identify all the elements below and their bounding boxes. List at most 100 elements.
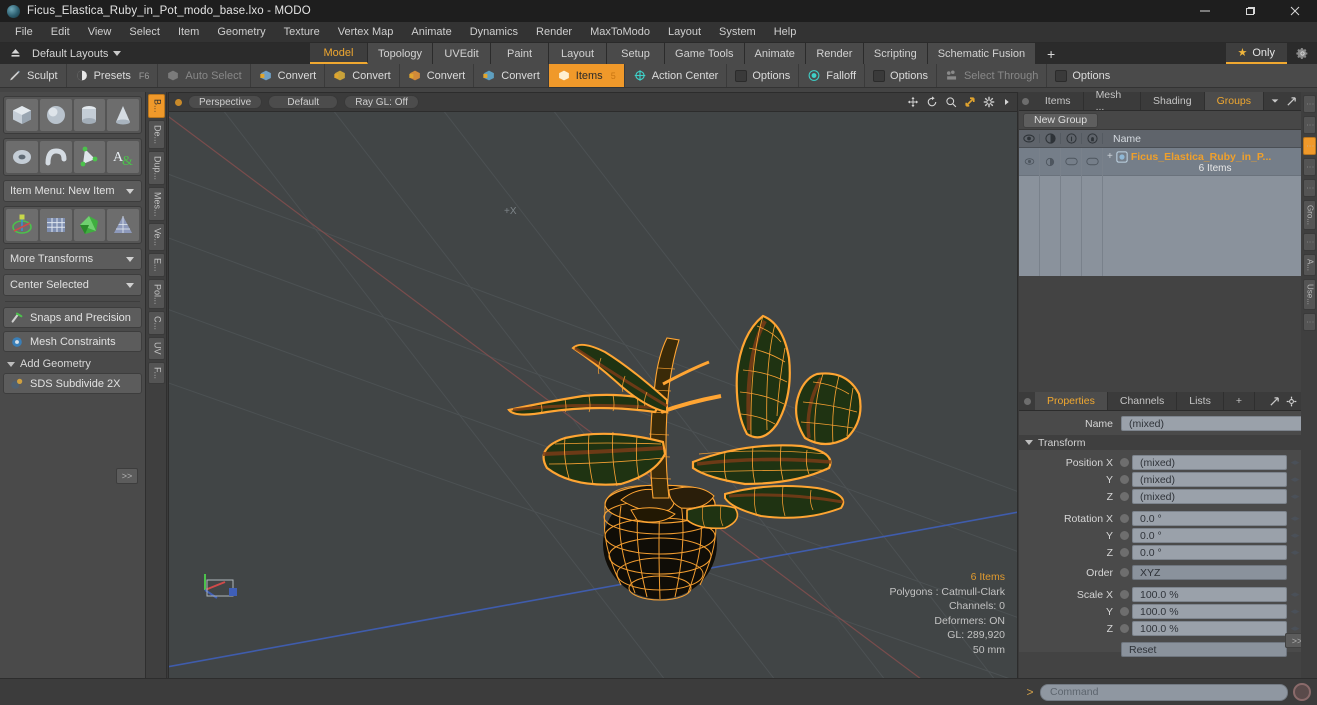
scale-x-radio[interactable]	[1119, 589, 1130, 600]
layout-tab-animate[interactable]: Animate	[744, 43, 806, 64]
menu-animate[interactable]: Animate	[402, 22, 460, 43]
tool-select-through[interactable]: Select Through	[937, 64, 1048, 87]
menu-geometry[interactable]: Geometry	[208, 22, 274, 43]
layout-tab-scripting[interactable]: Scripting	[863, 43, 928, 64]
expand-icon[interactable]	[1269, 396, 1280, 407]
vtab-mesh[interactable]: Mes...	[147, 186, 165, 222]
rvtab-4[interactable]: ⋮	[1302, 158, 1316, 176]
command-input[interactable]: Command	[1040, 683, 1288, 701]
viewport-raygl-dropdown[interactable]: Ray GL: Off	[344, 95, 419, 109]
center-selected-dropdown[interactable]: Center Selected	[3, 274, 142, 296]
rvtab-animate[interactable]: A...	[1302, 254, 1316, 277]
tool-falloff[interactable]: Falloff	[799, 64, 866, 87]
tool-sculpt[interactable]: Sculpt	[0, 64, 67, 87]
tool-convert-polygon[interactable]: Convert	[400, 64, 475, 87]
properties-menu-icon[interactable]	[1019, 392, 1035, 410]
rvtab-groups[interactable]: Gro...	[1302, 200, 1316, 231]
gear-icon[interactable]	[983, 96, 995, 108]
position-x-radio[interactable]	[1119, 457, 1130, 468]
transform-section-header[interactable]: Transform	[1019, 435, 1303, 450]
column-lock-icon[interactable]	[1082, 133, 1103, 144]
add-properties-tab-button[interactable]: +	[1224, 392, 1255, 410]
tool-items[interactable]: Items 5	[548, 64, 625, 87]
vtab-fusion[interactable]: F...	[147, 361, 165, 384]
tab-lists[interactable]: Lists	[1177, 392, 1224, 410]
menu-help[interactable]: Help	[765, 22, 806, 43]
vtab-uv[interactable]: UV	[147, 337, 165, 360]
rotate-icon[interactable]	[926, 96, 938, 108]
vtab-edge[interactable]: E...	[147, 253, 165, 277]
transform-gizmo-icon[interactable]	[6, 209, 38, 241]
position-y-radio[interactable]	[1119, 474, 1130, 485]
column-visibility-eye-icon[interactable]	[1019, 134, 1040, 143]
add-geometry-section[interactable]: Add Geometry	[3, 355, 142, 373]
only-toggle-button[interactable]: ★ Only	[1225, 43, 1287, 64]
tool-presets[interactable]: Presets F6	[67, 64, 159, 87]
tab-groups[interactable]: Groups	[1204, 92, 1264, 110]
name-field[interactable]: (mixed)	[1121, 416, 1303, 431]
row-content[interactable]: + Ficus_Elastica_Ruby_in_P... 6 Items	[1103, 149, 1317, 174]
close-button[interactable]	[1272, 0, 1317, 22]
chevron-down-icon[interactable]	[1270, 96, 1280, 106]
tool-falloff-options[interactable]: Options	[865, 64, 937, 87]
expand-icon[interactable]	[1286, 96, 1297, 107]
layout-tab-layout[interactable]: Layout	[549, 43, 608, 64]
scale-y-radio[interactable]	[1119, 606, 1130, 617]
expand-plus-icon[interactable]: +	[1107, 151, 1113, 163]
default-layouts-dropdown[interactable]: Default Layouts	[24, 48, 122, 60]
vtab-duplicate[interactable]: Dup...	[147, 150, 165, 185]
layout-tab-paint[interactable]: Paint	[491, 43, 550, 64]
primitive-text-icon[interactable]: A &	[107, 141, 139, 173]
position-x-field[interactable]: (mixed)	[1132, 455, 1287, 470]
tool-action-center-options[interactable]: Options	[727, 64, 800, 87]
viewport-menu-icon[interactable]	[175, 98, 182, 106]
menu-render[interactable]: Render	[527, 22, 581, 43]
scale-y-field[interactable]: 100.0 %	[1132, 604, 1287, 619]
vtab-command[interactable]: C...	[147, 311, 165, 336]
primitive-sphere-icon[interactable]	[39, 99, 72, 131]
rvtab-3[interactable]: ⋮	[1302, 137, 1316, 155]
record-icon[interactable]	[1293, 683, 1311, 701]
tab-mesh-ops[interactable]: Mesh ...	[1084, 89, 1142, 113]
groups-list-body[interactable]: + Ficus_Elastica_Ruby_in_P... 6 Items	[1019, 148, 1317, 276]
layout-tab-schematic-fusion[interactable]: Schematic Fusion	[927, 43, 1037, 64]
tab-channels[interactable]: Channels	[1108, 392, 1178, 410]
rotation-y-radio[interactable]	[1119, 530, 1130, 541]
primitive-bezier-icon[interactable]	[73, 141, 106, 173]
rotation-z-radio[interactable]	[1119, 547, 1130, 558]
green-gem-icon[interactable]	[73, 209, 106, 241]
snaps-and-precision-button[interactable]: Snaps and Precision	[3, 307, 142, 328]
menu-item[interactable]: Item	[169, 22, 208, 43]
position-z-field[interactable]: (mixed)	[1132, 489, 1287, 504]
rotation-z-field[interactable]: 0.0 °	[1132, 545, 1287, 560]
menu-view[interactable]: View	[79, 22, 121, 43]
menu-texture[interactable]: Texture	[275, 22, 329, 43]
position-y-field[interactable]: (mixed)	[1132, 472, 1287, 487]
viewport-shading-dropdown[interactable]: Default	[268, 95, 339, 109]
vtab-vertex[interactable]: Ve...	[147, 223, 165, 252]
vtab-polygon[interactable]: Pol...	[147, 278, 165, 310]
primitive-tube-icon[interactable]	[39, 141, 72, 173]
rotation-x-radio[interactable]	[1119, 513, 1130, 524]
sds-subdivide-button[interactable]: SDS Subdivide 2X	[3, 373, 142, 394]
more-transforms-dropdown[interactable]: More Transforms	[3, 248, 142, 270]
tool-convert-material[interactable]: Convert	[474, 64, 549, 87]
arrow-right-icon[interactable]	[1002, 96, 1011, 108]
layout-tab-setup[interactable]: Setup	[607, 43, 666, 64]
menu-vertex-map[interactable]: Vertex Map	[329, 22, 403, 43]
grid-mesh-icon[interactable]	[39, 209, 72, 241]
panel-menu-icon[interactable]	[1019, 92, 1033, 110]
primitive-torus-icon[interactable]	[6, 141, 38, 173]
column-info-icon[interactable]	[1061, 133, 1082, 144]
menu-system[interactable]: System	[710, 22, 765, 43]
tool-auto-select[interactable]: Auto Select	[158, 64, 251, 87]
rvtab-1[interactable]: ⋮	[1302, 95, 1316, 113]
checkbox-icon[interactable]	[735, 69, 748, 82]
left-panel-advanced-button[interactable]: >>	[116, 468, 138, 484]
collapse-up-icon[interactable]	[6, 45, 24, 63]
reset-dropdown[interactable]: Reset	[1121, 642, 1287, 657]
menu-maxtomodo[interactable]: MaxToModo	[581, 22, 659, 43]
primitive-cylinder-icon[interactable]	[73, 99, 106, 131]
rotation-x-field[interactable]: 0.0 °	[1132, 511, 1287, 526]
checkbox-icon[interactable]	[873, 69, 886, 82]
